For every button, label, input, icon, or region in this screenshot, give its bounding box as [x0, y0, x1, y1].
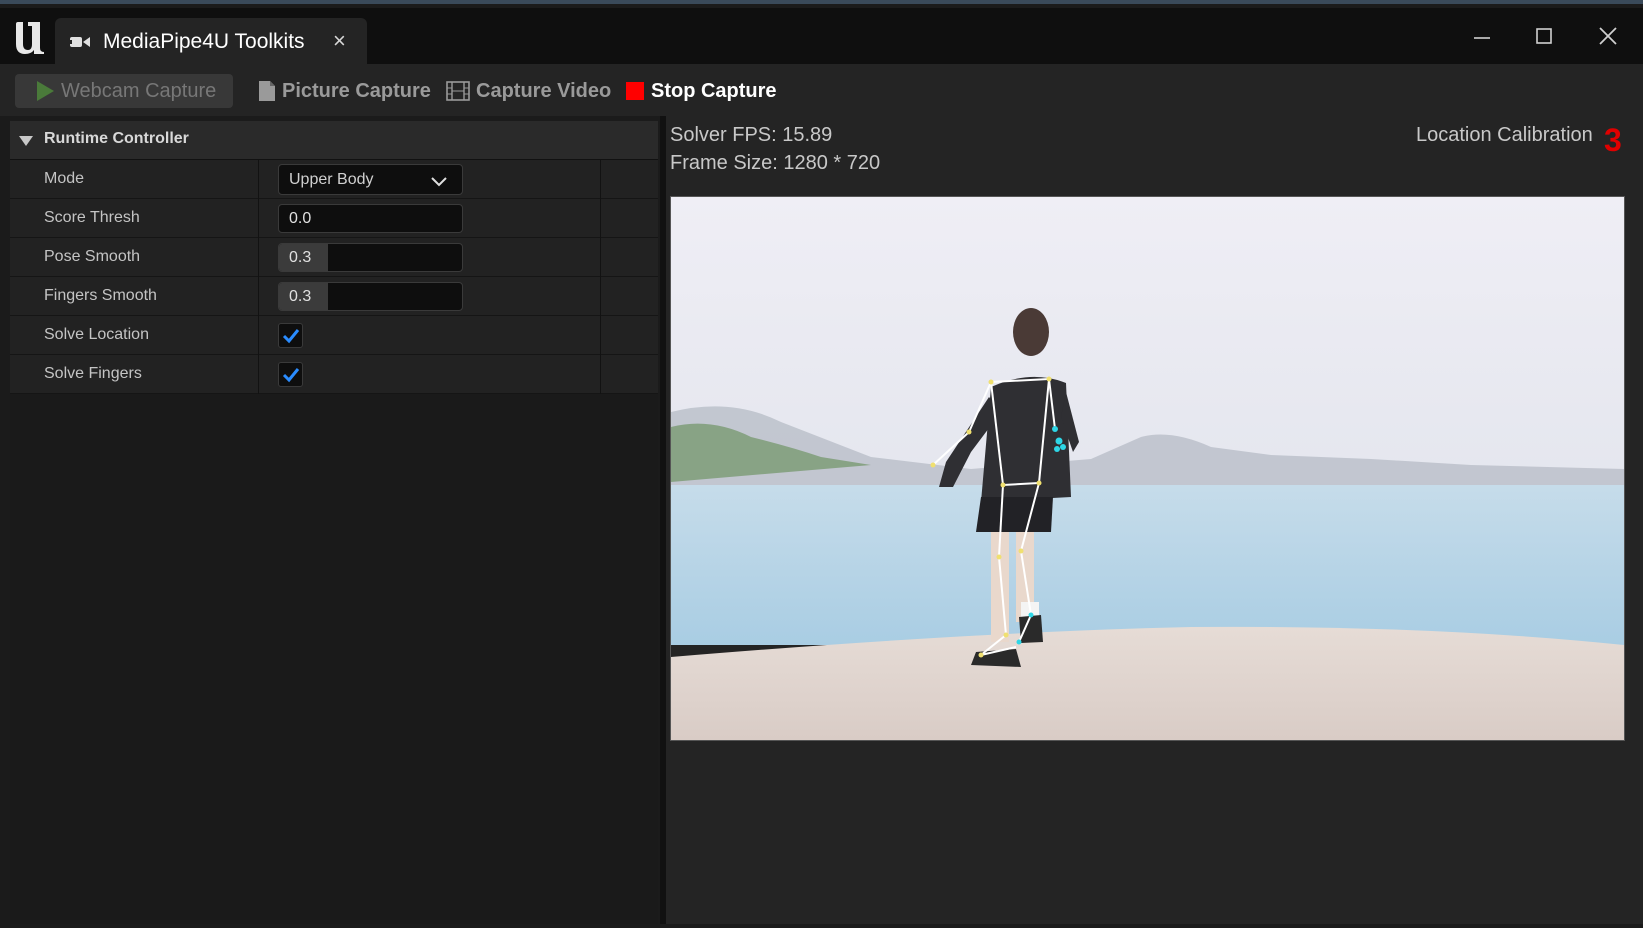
- stop-capture-label: Stop Capture: [651, 79, 777, 102]
- column-divider: [258, 199, 259, 238]
- section-title: Runtime Controller: [44, 130, 189, 147]
- score-thresh-value: 0.0: [289, 210, 312, 227]
- solve-location-label: Solve Location: [44, 326, 149, 343]
- fingers-smooth-label: Fingers Smooth: [44, 287, 157, 304]
- runtime-controller-panel: Runtime Controller Mode Upper Body Score…: [10, 121, 658, 924]
- column-divider: [600, 160, 601, 199]
- location-calibration-count: 3: [1604, 122, 1622, 158]
- mode-dropdown[interactable]: Upper Body: [278, 164, 463, 195]
- fingers-smooth-slider[interactable]: 0.3: [278, 282, 463, 311]
- maximize-icon: [1536, 28, 1552, 44]
- unreal-logo-icon[interactable]: [10, 18, 48, 56]
- column-divider: [600, 316, 601, 355]
- pose-preview-image: [671, 197, 1624, 740]
- column-divider: [258, 160, 259, 199]
- tab-mediapipe-toolkits[interactable]: MediaPipe4U Toolkits ×: [55, 18, 367, 66]
- runtime-controller-header[interactable]: Runtime Controller: [10, 121, 658, 160]
- checkmark-icon: [282, 329, 300, 344]
- score-thresh-row: Score Thresh 0.0: [10, 199, 658, 238]
- solve-location-row: Solve Location: [10, 316, 658, 355]
- column-divider: [600, 277, 601, 316]
- solve-fingers-label: Solve Fingers: [44, 365, 142, 382]
- file-icon: [258, 80, 276, 102]
- tab-close-button[interactable]: ×: [333, 28, 346, 54]
- picture-capture-label: Picture Capture: [282, 79, 431, 102]
- camera-icon: [68, 34, 90, 50]
- close-window-button[interactable]: [1588, 22, 1628, 54]
- preview-panel: Solver FPS: 15.89 Frame Size: 1280 * 720…: [666, 116, 1643, 924]
- fingers-smooth-value: 0.3: [289, 288, 312, 305]
- checkmark-icon: [282, 368, 300, 383]
- mode-label: Mode: [44, 170, 85, 187]
- pose-smooth-label: Pose Smooth: [44, 248, 141, 265]
- score-thresh-field[interactable]: 0.0: [278, 204, 463, 233]
- collapse-arrow-icon: [18, 134, 34, 152]
- play-icon: [35, 80, 55, 102]
- webcam-capture-label: Webcam Capture: [61, 79, 217, 102]
- pose-smooth-slider[interactable]: 0.3: [278, 243, 463, 272]
- column-divider: [600, 355, 601, 394]
- app-window: MediaPipe4U Toolkits × Webcam Capture Pi…: [0, 0, 1643, 928]
- webcam-capture-button[interactable]: Webcam Capture: [15, 74, 233, 108]
- location-calibration-label: Location Calibration: [1416, 124, 1593, 146]
- solve-fingers-row: Solve Fingers: [10, 355, 658, 394]
- mode-value: Upper Body: [289, 171, 374, 188]
- capture-video-label: Capture Video: [476, 79, 612, 102]
- capture-video-button[interactable]: Capture Video: [446, 74, 611, 108]
- column-divider: [258, 277, 259, 316]
- maximize-button[interactable]: [1524, 22, 1564, 54]
- pose-smooth-row: Pose Smooth 0.3: [10, 238, 658, 277]
- pose-smooth-value: 0.3: [289, 249, 312, 266]
- stop-square-icon: [625, 81, 645, 101]
- column-divider: [258, 355, 259, 394]
- stop-capture-button[interactable]: Stop Capture: [625, 74, 777, 108]
- solve-location-checkbox[interactable]: [278, 323, 303, 348]
- frame-size-text: Frame Size: 1280 * 720: [670, 152, 881, 174]
- close-icon: [1599, 27, 1617, 45]
- mode-row: Mode Upper Body: [10, 160, 658, 199]
- score-thresh-label: Score Thresh: [44, 209, 140, 226]
- picture-capture-button[interactable]: Picture Capture: [258, 74, 431, 108]
- minimize-button[interactable]: [1462, 22, 1502, 54]
- fingers-smooth-row: Fingers Smooth 0.3: [10, 277, 658, 316]
- camera-preview: [670, 196, 1625, 741]
- capture-toolbar: Webcam Capture Picture Capture Capture V…: [0, 64, 1643, 116]
- solve-fingers-checkbox[interactable]: [278, 362, 303, 387]
- column-divider: [258, 238, 259, 277]
- column-divider: [600, 199, 601, 238]
- column-divider: [600, 238, 601, 277]
- chevron-down-icon: [431, 174, 447, 192]
- title-bar: MediaPipe4U Toolkits ×: [0, 8, 1643, 66]
- solver-fps-text: Solver FPS: 15.89: [670, 124, 833, 146]
- column-divider: [258, 316, 259, 355]
- film-icon: [446, 81, 470, 101]
- minimize-icon: [1474, 37, 1490, 39]
- tab-title: MediaPipe4U Toolkits: [103, 30, 305, 53]
